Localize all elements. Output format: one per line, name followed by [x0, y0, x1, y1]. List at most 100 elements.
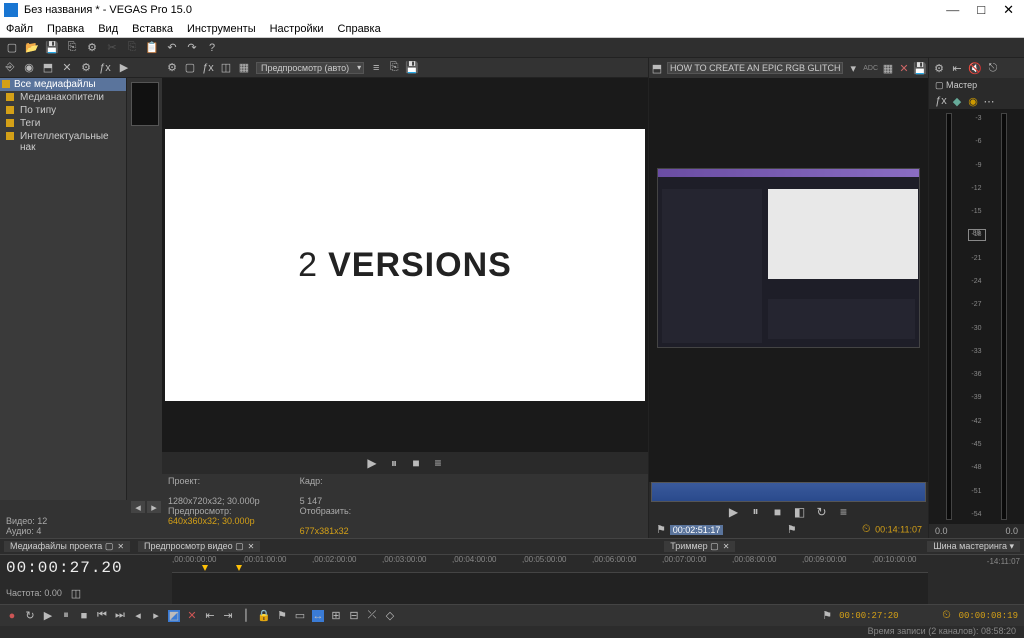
- prev-frame-button[interactable]: ◂: [132, 610, 144, 622]
- menu-tools[interactable]: Инструменты: [187, 23, 256, 35]
- trimmer-dropdown-icon[interactable]: ▾: [847, 62, 859, 74]
- tree-item[interactable]: По типу: [0, 104, 126, 117]
- region-button[interactable]: ▭: [294, 610, 306, 622]
- properties-icon[interactable]: ⚙: [86, 42, 98, 54]
- next-frame-button[interactable]: ▸: [150, 610, 162, 622]
- crossfade-button[interactable]: ⤫: [366, 610, 378, 622]
- menu-view[interactable]: Вид: [98, 23, 118, 35]
- quantize-button[interactable]: ⊟: [348, 610, 360, 622]
- trimmer-pause[interactable]: ⏸: [750, 506, 762, 518]
- master-settings-icon[interactable]: ⚙: [933, 62, 945, 74]
- scroll-left-icon[interactable]: ◂: [131, 501, 145, 513]
- trimmer-save-icon[interactable]: 💾: [914, 62, 926, 74]
- fx-icon[interactable]: ƒx: [99, 62, 111, 74]
- loop-button[interactable]: ≡: [432, 457, 444, 469]
- normal-edit-tool[interactable]: ◩: [168, 610, 180, 622]
- tree-item[interactable]: Теги: [0, 117, 126, 130]
- master-dim-icon[interactable]: ⎋: [987, 62, 999, 74]
- timeline-ruler[interactable]: ,00:00:00:00 ,00:01:00:00 ,00:02:00:00 ,…: [172, 555, 928, 604]
- grid-icon[interactable]: ≡: [370, 62, 382, 74]
- import-icon[interactable]: ⎆: [4, 62, 16, 74]
- pause-button[interactable]: ⏸: [388, 457, 400, 469]
- flag-icon[interactable]: ⚑: [655, 524, 667, 536]
- scroll-right-icon[interactable]: ▸: [147, 501, 161, 513]
- master-insert-icon[interactable]: ⇤: [951, 62, 963, 74]
- auto-ripple-button[interactable]: ↔: [312, 610, 324, 622]
- loop-playback-button[interactable]: ↻: [24, 610, 36, 622]
- stop2-button[interactable]: ■: [78, 610, 90, 622]
- master-fx-icon[interactable]: ƒx: [935, 95, 947, 107]
- go-start-button[interactable]: ⏮: [96, 610, 108, 622]
- solo-indicator[interactable]: 88: [968, 229, 986, 241]
- menu-settings[interactable]: Настройки: [270, 23, 324, 35]
- rate-reset-icon[interactable]: ◫: [70, 587, 82, 599]
- menu-edit[interactable]: Правка: [47, 23, 84, 35]
- minimize-button[interactable]: —: [946, 2, 959, 18]
- paste-icon[interactable]: 📋: [146, 42, 158, 54]
- master-more-icon[interactable]: ⋯: [983, 95, 995, 107]
- tree-item[interactable]: Медианакопители: [0, 91, 126, 104]
- split-screen-icon[interactable]: ◫: [220, 62, 232, 74]
- tab-preview[interactable]: Предпросмотр видео ▢✕: [138, 541, 260, 552]
- master-automation-icon[interactable]: ◆: [951, 95, 963, 107]
- preview-settings-icon[interactable]: ⚙: [166, 62, 178, 74]
- tree-item[interactable]: Интеллектуальные нак: [0, 130, 126, 154]
- cut-icon[interactable]: ✂: [106, 42, 118, 54]
- trimmer-loop[interactable]: ↻: [816, 506, 828, 518]
- timeline-timecode[interactable]: 00:00:27.20: [6, 559, 166, 577]
- capture-icon[interactable]: ◉: [23, 62, 35, 74]
- tab-project-media[interactable]: Медиафайлы проекта ▢✕: [4, 541, 130, 552]
- tree-root[interactable]: Все медиафайлы: [0, 78, 126, 91]
- trimmer-menu[interactable]: ≡: [838, 506, 850, 518]
- save-snapshot-icon[interactable]: 💾: [406, 62, 418, 74]
- trim-end-button[interactable]: ⇥: [222, 610, 234, 622]
- tab-trimmer[interactable]: Триммер ▢✕: [664, 541, 735, 552]
- get-media-icon[interactable]: ⬒: [42, 62, 54, 74]
- meter-left[interactable]: [946, 113, 952, 520]
- trimmer-in-tc[interactable]: 00:02:51:17: [670, 525, 724, 535]
- play-button[interactable]: ▶: [366, 457, 378, 469]
- play2-button[interactable]: ▶: [42, 610, 54, 622]
- tab-master-bus[interactable]: Шина мастеринга ▾: [927, 541, 1020, 552]
- footer-tc1[interactable]: 00:00:27:20: [839, 611, 898, 621]
- delete-button[interactable]: ✕: [186, 610, 198, 622]
- marker[interactable]: [236, 565, 242, 571]
- maximize-button[interactable]: □: [977, 2, 985, 18]
- trimmer-filename[interactable]: HOW TO CREATE AN EPIC RGB GLITCH INTRO A…: [667, 62, 843, 74]
- cursor-marker[interactable]: [202, 565, 208, 571]
- split-button[interactable]: ⎮: [240, 610, 252, 622]
- auto-crossfade-button[interactable]: ◇: [384, 610, 396, 622]
- new-icon[interactable]: ▢: [6, 42, 18, 54]
- open-icon[interactable]: 📂: [26, 42, 38, 54]
- master-mute-icon[interactable]: 🔇: [969, 62, 981, 74]
- copy-snapshot-icon[interactable]: ⎘: [388, 62, 400, 74]
- meter-right[interactable]: [1001, 113, 1007, 520]
- flag3-icon[interactable]: ⚑: [821, 610, 833, 622]
- help-icon[interactable]: ?: [206, 42, 218, 54]
- trimmer-scrubber[interactable]: [651, 482, 926, 502]
- master-o-icon[interactable]: ◉: [967, 95, 979, 107]
- pause2-button[interactable]: ⏸: [60, 610, 72, 622]
- trimmer-match-icon[interactable]: ⬒: [651, 62, 663, 74]
- marker-button[interactable]: ⚑: [276, 610, 288, 622]
- copy-icon[interactable]: ⎘: [126, 42, 138, 54]
- close-button[interactable]: ✕: [1003, 2, 1014, 18]
- external-monitor-icon[interactable]: ▢: [184, 62, 196, 74]
- go-end-button[interactable]: ⏭: [114, 610, 126, 622]
- record-button[interactable]: ●: [6, 610, 18, 622]
- play-icon[interactable]: ▶: [118, 62, 130, 74]
- snap-button[interactable]: ⊞: [330, 610, 342, 622]
- preview-fx-icon[interactable]: ƒx: [202, 62, 214, 74]
- overlay-icon[interactable]: ▦: [238, 62, 250, 74]
- trimmer-play[interactable]: ▶: [728, 506, 740, 518]
- trimmer-add-button[interactable]: ◧: [794, 506, 806, 518]
- trimmer-stop[interactable]: ■: [772, 506, 784, 518]
- menu-insert[interactable]: Вставка: [132, 23, 173, 35]
- trimmer-fx-icon[interactable]: ▦: [882, 62, 894, 74]
- flag2-icon[interactable]: ⚑: [786, 524, 798, 536]
- lock-button[interactable]: 🔒: [258, 610, 270, 622]
- remove-icon[interactable]: ✕: [61, 62, 73, 74]
- menu-file[interactable]: Файл: [6, 23, 33, 35]
- undo-icon[interactable]: ↶: [166, 42, 178, 54]
- trim-start-button[interactable]: ⇤: [204, 610, 216, 622]
